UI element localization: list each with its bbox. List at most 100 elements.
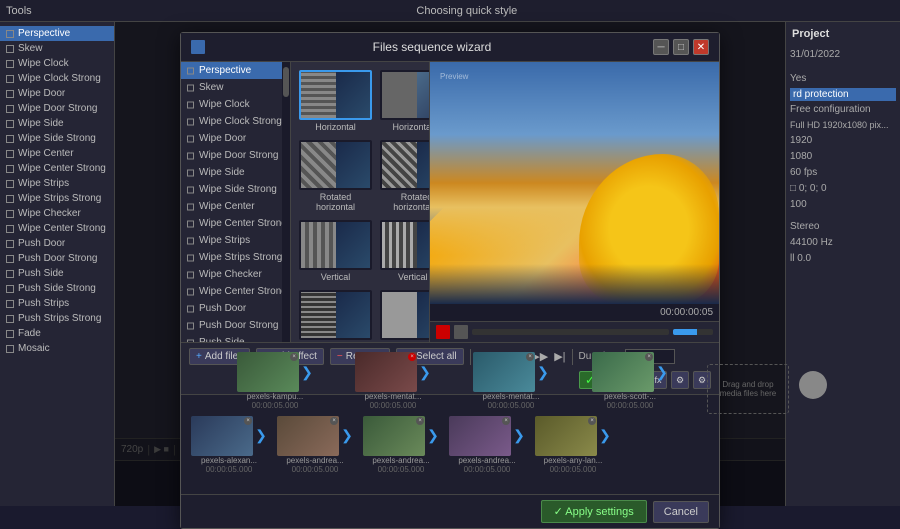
apply-settings-button[interactable]: ✓ Apply settings (541, 500, 647, 523)
left-panel-item-perspective[interactable]: Perspective (0, 26, 114, 41)
file-name-8: pexels-mentat... (483, 394, 540, 401)
file-thumb-wrapper-3: × ❯ (363, 416, 439, 456)
modal-left-item-wipe-center[interactable]: Wipe Center (181, 198, 290, 215)
file-thumb-1[interactable]: × (191, 416, 253, 456)
right-panel-highlight: rd protection (790, 88, 896, 101)
preview-progress-bar[interactable] (472, 329, 669, 335)
left-panel-item-wipe-center-strong[interactable]: Wipe Center Strong (0, 161, 114, 176)
modal-left-item-wipe-side-strong[interactable]: Wipe Side Strong (181, 181, 290, 198)
right-panel-fps: 60 fps (790, 166, 896, 179)
plus-icon: + (196, 351, 202, 362)
left-panel-item-push-side-strong[interactable]: Push Side Strong (0, 281, 114, 296)
modal-left-item-wipe-checker[interactable]: Wipe Checker (181, 266, 290, 283)
left-panel-item-wipe-side[interactable]: Wipe Side (0, 116, 114, 131)
left-panel-item-wipe-side-strong[interactable]: Wipe Side Strong (0, 131, 114, 146)
left-panel-item-wipe-center-strong2[interactable]: Wipe Center Strong (0, 221, 114, 236)
modal-left-item-wipe-center-strong2[interactable]: Wipe Center Strong (181, 283, 290, 300)
transition-horizontal[interactable]: Horizontal (299, 70, 372, 132)
transition-vertical[interactable]: Vertical (299, 220, 372, 282)
transition-horizontal2[interactable]: Horizontal 2 (380, 70, 429, 132)
left-panel-item-wipe-clock-strong[interactable]: Wipe Clock Strong (0, 71, 114, 86)
transition-11[interactable] (380, 290, 429, 342)
modal-left-item-wipe-clock-strong[interactable]: Wipe Clock Strong (181, 113, 290, 130)
file-name-1: pexels-alexan... (201, 456, 257, 465)
left-panel-item-wipe-strips[interactable]: Wipe Strips (0, 176, 114, 191)
cancel-button[interactable]: Cancel (653, 501, 709, 523)
file-item-7: × ❯ pexels-mentat... 00:00:05.000 (353, 394, 433, 410)
transition-thumb-11[interactable] (380, 290, 429, 340)
tools-menu[interactable]: Tools (6, 5, 32, 17)
modal-minimize-button[interactable]: ─ (653, 39, 669, 55)
preview-volume-bar[interactable] (673, 329, 713, 335)
transition-label-vertical: Vertical (321, 272, 351, 282)
file-item-6: × ❯ pexels-kampu... 00:00:05.000 (235, 394, 315, 410)
left-panel-item-push-door-strong[interactable]: Push Door Strong (0, 251, 114, 266)
left-panel-item-mosaic[interactable]: Mosaic (0, 341, 114, 356)
modal-left-item-push-door-strong[interactable]: Push Door Strong (181, 317, 290, 334)
minus-icon: − (337, 351, 343, 362)
right-panel-yes: Yes (790, 72, 896, 85)
left-panel-item-skew[interactable]: Skew (0, 41, 114, 56)
file-time-2: 00:00:05.000 (292, 465, 339, 474)
left-panel-item-wipe-clock[interactable]: Wipe Clock (0, 56, 114, 71)
transition-vertical2[interactable]: Vertical 2 (380, 220, 429, 282)
settings-icon-btn1[interactable]: ⚙ (671, 371, 689, 389)
modal-body: Perspective Skew Wipe Clock Wipe Clock S… (181, 62, 719, 342)
left-panel-item-wipe-center[interactable]: Wipe Center (0, 146, 114, 161)
file-close-3[interactable]: × (416, 417, 424, 425)
transition-thumb-horizontal2[interactable] (380, 70, 429, 120)
modal-left-item-skew[interactable]: Skew (181, 79, 290, 96)
transition-thumb-vertical2[interactable] (380, 220, 429, 270)
modal-left-item-wipe-strips[interactable]: Wipe Strips (181, 232, 290, 249)
file-arrow-5: ❯ (599, 427, 611, 444)
left-panel-item-wipe-door[interactable]: Wipe Door (0, 86, 114, 101)
left-panel-item-wipe-strips-strong[interactable]: Wipe Strips Strong (0, 191, 114, 206)
modal-left-item-perspective[interactable]: Perspective (181, 62, 290, 79)
file-thumb-2[interactable]: × (277, 416, 339, 456)
file-thumb-4[interactable]: × (449, 416, 511, 456)
transition-10[interactable] (299, 290, 372, 342)
modal-left-item-wipe-strips-strong[interactable]: Wipe Strips Strong (181, 249, 290, 266)
file-name-3: pexels-andrea... (372, 456, 429, 465)
modal-left-item-push-door[interactable]: Push Door (181, 300, 290, 317)
transition-rotated-horizontal[interactable]: Rotated horizontal (299, 140, 372, 212)
modal-left-item-wipe-door[interactable]: Wipe Door (181, 130, 290, 147)
left-panel-item-wipe-door-strong[interactable]: Wipe Door Strong (0, 101, 114, 116)
modal-maximize-button[interactable]: □ (673, 39, 689, 55)
modal-left-item-wipe-side[interactable]: Wipe Side (181, 164, 290, 181)
transition-thumb-vertical[interactable] (299, 220, 372, 270)
transition-thumb-10[interactable] (299, 290, 372, 340)
left-panel-item-push-strips[interactable]: Push Strips (0, 296, 114, 311)
modal-close-button[interactable]: ✕ (693, 39, 709, 55)
file-close-5[interactable]: × (588, 417, 596, 425)
preview-stop-button[interactable] (454, 325, 468, 339)
modal-bottom-bar: ✓ Apply settings Cancel (181, 494, 719, 528)
left-panel-item-push-side[interactable]: Push Side (0, 266, 114, 281)
preview-play-button[interactable] (436, 325, 450, 339)
file-time-1: 00:00:05.000 (206, 465, 253, 474)
transition-rotated-horizontal2[interactable]: Rotated horizontal 2 (380, 140, 429, 212)
file-thumb-5[interactable]: × (535, 416, 597, 456)
file-thumb-3[interactable]: × (363, 416, 425, 456)
modal-left-item-push-side[interactable]: Push Side (181, 334, 290, 342)
file-close-1[interactable]: × (244, 417, 252, 425)
left-panel-item-wipe-checker[interactable]: Wipe Checker (0, 206, 114, 221)
left-panel-item-push-strips-strong[interactable]: Push Strips Strong (0, 311, 114, 326)
main-layout: Perspective Skew Wipe Clock Wipe Clock S… (0, 22, 900, 506)
transition-thumb-rotated-horizontal[interactable] (299, 140, 372, 190)
modal-left-item-wipe-door-strong[interactable]: Wipe Door Strong (181, 147, 290, 164)
right-panel-width: 1920 (790, 134, 896, 147)
drop-zone[interactable]: Drag and dropmedia files here (707, 394, 719, 414)
transition-thumb-horizontal[interactable] (299, 70, 372, 120)
file-close-2[interactable]: × (330, 417, 338, 425)
file-close-4[interactable]: × (502, 417, 510, 425)
left-panel-item-fade[interactable]: Fade (0, 326, 114, 341)
nav-end-icon[interactable]: ▶| (554, 350, 565, 363)
preview-timecode: 00:00:00:05 (430, 304, 719, 321)
modal-left-item-wipe-center-strong[interactable]: Wipe Center Strong (181, 215, 290, 232)
modal-left-scrollbar[interactable] (282, 62, 290, 342)
transition-thumb-rotated-horizontal2[interactable] (380, 140, 429, 190)
left-panel-item-push-door[interactable]: Push Door (0, 236, 114, 251)
modal-left-item-wipe-clock[interactable]: Wipe Clock (181, 96, 290, 113)
right-panel-date: 31/01/2022 (790, 48, 896, 61)
